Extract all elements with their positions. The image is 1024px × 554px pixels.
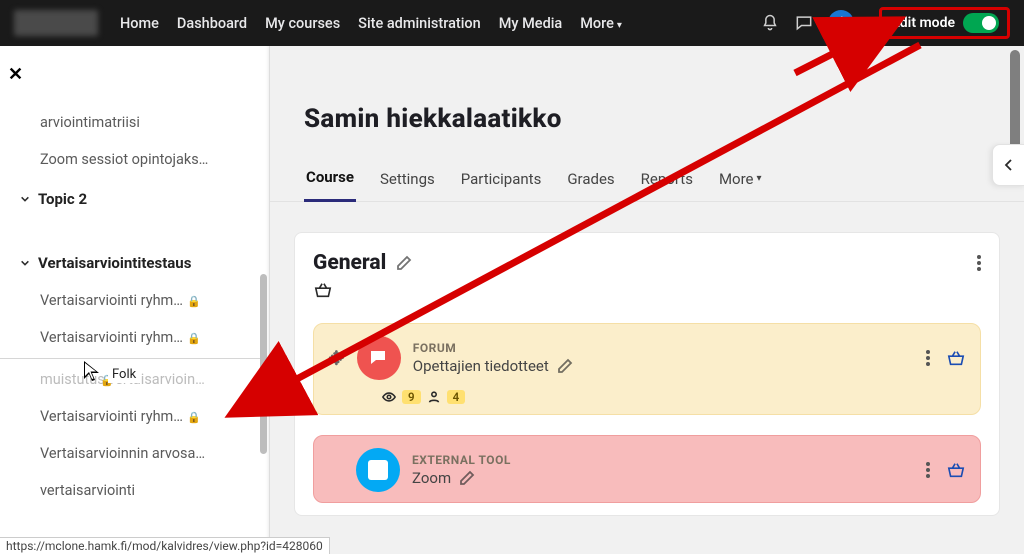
basket-icon[interactable]: [313, 281, 981, 303]
activity-title[interactable]: Zoom: [412, 469, 451, 487]
sidebar-section-vert[interactable]: Vertaisarviointitestaus: [20, 242, 255, 282]
external-tool-icon: [356, 448, 400, 492]
sidebar-item-label: Vertaisarviointi ryhm…: [40, 292, 183, 309]
course-tabs: Course Settings Participants Grades Repo…: [270, 156, 1024, 202]
activity-zoom: EXTERNAL TOOL Zoom: [313, 435, 981, 503]
nav-my-courses[interactable]: My courses: [265, 15, 340, 32]
course-index-drawer: ✕ arviointimatriisi Zoom sessiot opintoj…: [0, 46, 270, 554]
person-icon: [427, 390, 441, 404]
lock-icon: 🔒: [187, 332, 201, 345]
tab-settings[interactable]: Settings: [378, 156, 437, 202]
lock-icon: 🔒: [187, 411, 201, 424]
pencil-icon[interactable]: [396, 255, 412, 271]
tab-more[interactable]: More ▾: [717, 156, 764, 202]
nav-more[interactable]: More▾: [580, 15, 622, 32]
divider: [0, 358, 269, 359]
views-badge: 9: [402, 390, 421, 404]
section-general: General ✥ FORUM Opettajien tiedotteet: [294, 232, 1000, 516]
basket-icon[interactable]: [946, 349, 966, 367]
activity-actions-menu[interactable]: [926, 462, 930, 478]
activity-title[interactable]: Opettajien tiedotteet: [413, 357, 549, 375]
page-title: Samin hiekkalaatikko: [270, 46, 1024, 156]
sidebar-item-label: Vertaisarviointi ryhm…: [40, 408, 183, 425]
top-navbar: Home Dashboard My courses Site administr…: [0, 0, 1024, 46]
sidebar-item[interactable]: Zoom sessiot opintojaks…: [20, 141, 255, 178]
chevron-down-icon: [20, 194, 30, 204]
activity-actions-menu[interactable]: [926, 350, 930, 366]
sidebar-item[interactable]: Vertaisarviointi ryhm… 🔒: [20, 319, 255, 356]
primary-nav: Home Dashboard My courses Site administr…: [120, 15, 622, 32]
pencil-icon[interactable]: [459, 470, 475, 486]
edit-mode-highlight: Edit mode: [879, 7, 1010, 39]
sidebar-item-label: Vertaisarviointi ryhm…: [40, 329, 183, 346]
main-region: Samin hiekkalaatikko Course Settings Par…: [270, 46, 1024, 554]
chevron-down-icon: ▾: [757, 173, 762, 184]
close-icon[interactable]: ✕: [8, 64, 23, 85]
sidebar-item[interactable]: Vertaisarviointi ryhm… 🔒: [20, 398, 255, 435]
info-icon: i: [828, 10, 854, 36]
tab-course[interactable]: Course: [304, 156, 356, 202]
activity-forum: ✥ FORUM Opettajien tiedotteet: [313, 323, 981, 415]
chevron-left-icon: [1003, 158, 1015, 172]
tab-participants[interactable]: Participants: [459, 156, 544, 202]
nav-site-admin[interactable]: Site administration: [358, 15, 481, 32]
eye-icon: [382, 390, 396, 404]
chat-icon[interactable]: [794, 13, 814, 33]
chevron-down-icon: ▾: [617, 20, 622, 31]
section-title: General: [313, 251, 412, 275]
bell-icon[interactable]: [760, 13, 780, 33]
section-title-text: General: [313, 251, 386, 275]
sidebar-item[interactable]: Vertaisarviointi ryhm… 🔒: [20, 282, 255, 319]
chevron-down-icon: [20, 258, 30, 268]
activity-type-label: EXTERNAL TOOL: [412, 453, 511, 467]
edit-mode-toggle[interactable]: [963, 13, 999, 33]
user-menu[interactable]: i ▾: [828, 10, 865, 36]
activity-stats: 9 4: [382, 390, 966, 404]
section-label: Topic 2: [38, 190, 87, 208]
tab-grades[interactable]: Grades: [565, 156, 616, 202]
tab-reports[interactable]: Reports: [639, 156, 695, 202]
activity-type-label: FORUM: [413, 341, 573, 355]
pencil-icon[interactable]: [557, 358, 573, 374]
edit-mode-label: Edit mode: [892, 15, 955, 31]
tooltip: Folk: [108, 366, 140, 383]
nav-right: i ▾ Edit mode: [760, 7, 1010, 39]
sidebar-item[interactable]: arviointimatriisi: [20, 104, 255, 141]
section-actions-menu[interactable]: [977, 255, 981, 271]
nav-more-label: More: [580, 15, 614, 32]
site-logo[interactable]: [14, 10, 98, 36]
drag-handle-icon[interactable]: ✥: [328, 346, 345, 370]
status-bar-url: https://mclone.hamk.fi/mod/kalvidres/vie…: [0, 537, 330, 554]
lock-icon: 🔒: [187, 295, 201, 308]
chevron-down-icon: ▾: [860, 18, 865, 29]
drawer-scrollbar[interactable]: [260, 274, 267, 454]
nav-my-media[interactable]: My Media: [499, 15, 563, 32]
nav-dashboard[interactable]: Dashboard: [177, 15, 247, 32]
basket-icon[interactable]: [946, 461, 966, 479]
tab-more-label: More: [719, 170, 754, 188]
section-label: Vertaisarviointitestaus: [38, 254, 191, 272]
nav-home[interactable]: Home: [120, 15, 159, 32]
sidebar-item[interactable]: muistutus vertaisarvioin… 🔒 Folk: [20, 361, 255, 398]
block-drawer-toggle[interactable]: [992, 144, 1024, 186]
sidebar-section-topic2[interactable]: Topic 2: [20, 178, 255, 218]
forum-icon: [357, 336, 401, 380]
sidebar-item[interactable]: vertaisarviointi: [20, 472, 255, 509]
people-badge: 4: [447, 390, 466, 404]
sidebar-item[interactable]: Vertaisarvioinnin arvosa…: [20, 435, 255, 472]
